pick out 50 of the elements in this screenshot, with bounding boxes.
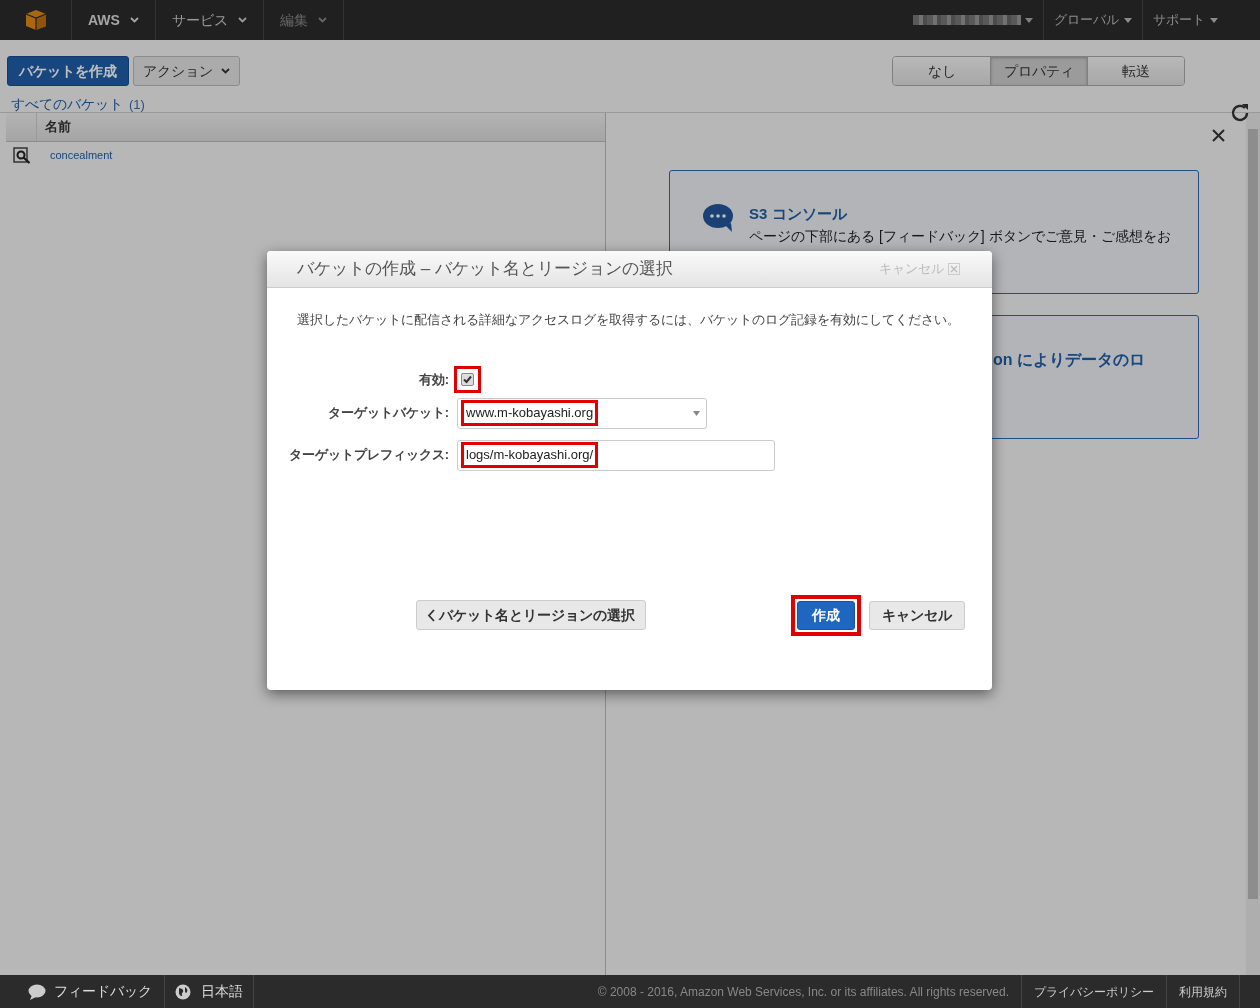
close-icon[interactable] bbox=[1212, 129, 1225, 142]
select-field[interactable]: www.m-kobayashi.org bbox=[457, 397, 707, 429]
caret-icon bbox=[129, 17, 139, 23]
card-text: ページの下部にある [フィードバック] ボタンでご意見・ご感想をお bbox=[749, 226, 1171, 246]
column-header[interactable]: 名前 bbox=[37, 113, 71, 141]
caret-icon bbox=[1124, 17, 1132, 23]
feedback-button[interactable]: フィードバック bbox=[0, 975, 165, 1008]
bucket-list-title[interactable]: すべてのバケット bbox=[11, 94, 123, 115]
actions-button[interactable]: アクション bbox=[133, 56, 240, 86]
dialog-title: バケットの作成 – バケット名とリージョンの選択 bbox=[297, 258, 674, 281]
cancel-button[interactable]: キャンセル bbox=[869, 600, 965, 630]
copyright-text: © 2008 - 2016, Amazon Web Services, Inc. or its affiliates. All rights reserved. bbox=[597, 983, 1010, 1001]
field-label: 有効: bbox=[417, 370, 450, 389]
caret-icon bbox=[1025, 17, 1033, 23]
bucket-count: (1) bbox=[129, 96, 145, 114]
create-button[interactable]: 作成 bbox=[797, 600, 855, 630]
view-tab[interactable]: プロパティ bbox=[990, 57, 1087, 85]
caret-icon bbox=[237, 17, 247, 23]
chevron-left-icon bbox=[427, 608, 435, 622]
language-button[interactable]: 日本語 bbox=[165, 975, 254, 1008]
input-field[interactable]: logs/m-kobayashi.org/ bbox=[457, 439, 775, 471]
view-tab[interactable]: なし bbox=[893, 57, 990, 85]
field-label: ターゲットプレフィックス: bbox=[287, 446, 450, 465]
nav-menu[interactable]: サポート bbox=[1143, 0, 1228, 40]
field-label: ターゲットバケット: bbox=[326, 404, 450, 423]
nav-menu[interactable]: サービス bbox=[155, 0, 264, 40]
refresh-icon[interactable] bbox=[1230, 102, 1250, 122]
view-tab[interactable]: 転送 bbox=[1087, 57, 1184, 85]
caret-icon bbox=[317, 17, 327, 23]
back-button[interactable]: バケット名とリージョンの選択 bbox=[416, 600, 646, 630]
bucket-link[interactable]: concealment bbox=[37, 146, 113, 164]
nav-menu[interactable]: グローバル bbox=[1044, 0, 1143, 40]
caret-icon bbox=[1210, 17, 1218, 23]
caret-icon bbox=[221, 68, 230, 74]
footer-link[interactable]: 利用規約 bbox=[1166, 975, 1240, 1008]
dropdown-arrow-icon bbox=[693, 410, 700, 416]
close-icon bbox=[948, 263, 960, 275]
nav-menu[interactable]: AWS bbox=[72, 0, 156, 40]
chat-bubble-icon bbox=[703, 203, 735, 233]
card-text: on によりデータのロ bbox=[992, 350, 1145, 370]
cube-logo-icon[interactable] bbox=[24, 9, 47, 31]
card-title: S3 コンソール bbox=[749, 204, 848, 224]
create-bucket-button[interactable]: バケットを作成 bbox=[7, 56, 129, 86]
footer-link[interactable]: プライバシーポリシー bbox=[1021, 975, 1166, 1008]
checkbox[interactable] bbox=[461, 373, 474, 386]
scrollbar[interactable] bbox=[1246, 113, 1260, 975]
magnifier-icon[interactable] bbox=[12, 146, 31, 164]
speech-bubble-icon bbox=[28, 983, 46, 1000]
globe-icon bbox=[175, 983, 191, 1000]
dialog-description: 選択したバケットに配信される詳細なアクセスログを取得するには、バケットのログ記録を有効にしてください。 bbox=[296, 311, 961, 329]
